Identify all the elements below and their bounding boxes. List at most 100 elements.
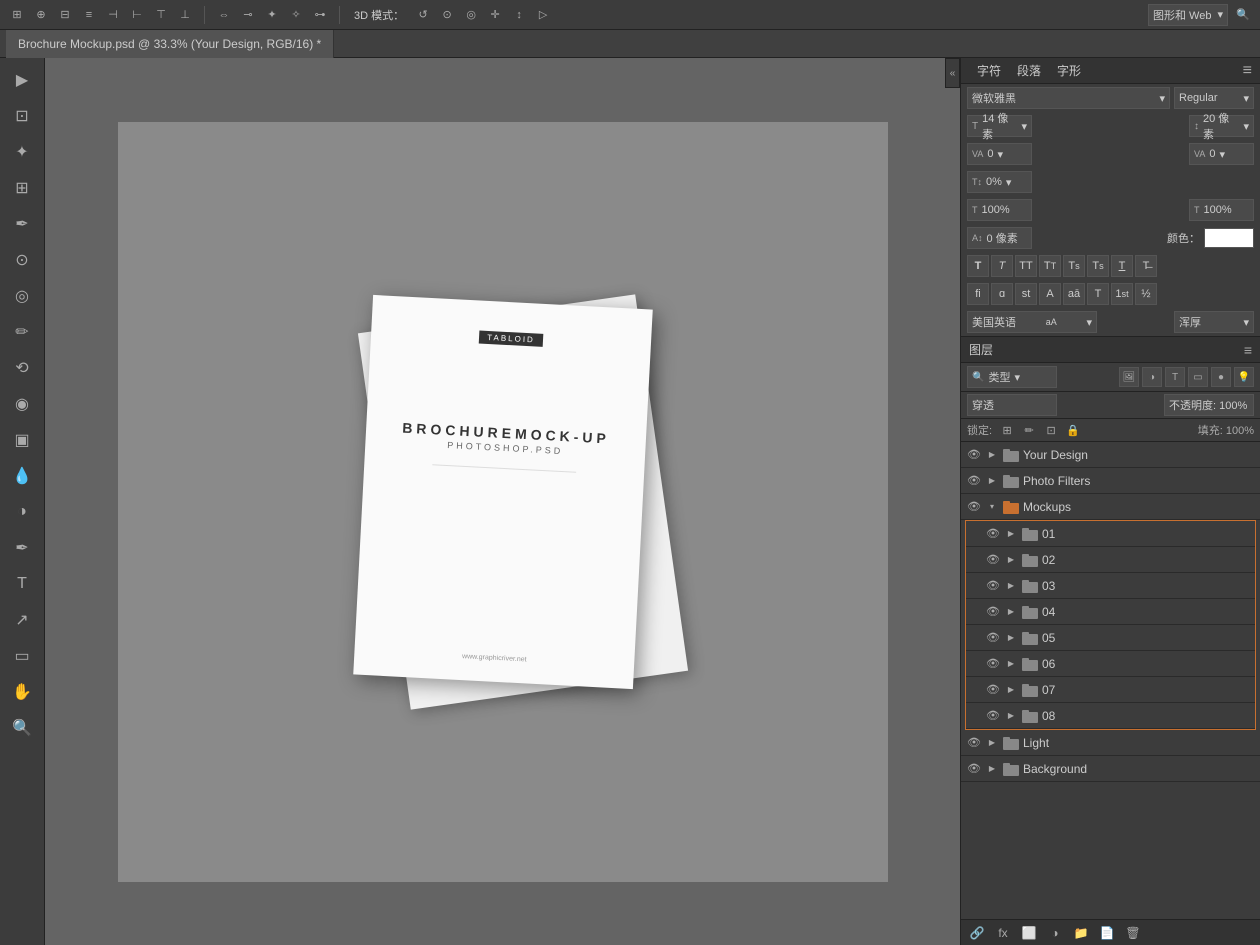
filter-type-icon[interactable]: T [1165, 367, 1185, 387]
tool-icon-4[interactable]: ≡ [80, 6, 98, 24]
layers-menu-button[interactable]: ≡ [1244, 342, 1252, 358]
layer-eye-mockups[interactable]: 👁 [965, 498, 983, 516]
bold-button[interactable]: T [967, 255, 989, 277]
tool-icon-2[interactable]: ⊕ [32, 6, 50, 24]
layer-expand-05[interactable] [1004, 631, 1018, 645]
new-layer-button[interactable]: 📄 [1097, 923, 1117, 943]
fraction-button[interactable]: ½ [1135, 283, 1157, 305]
italic-button[interactable]: T [991, 255, 1013, 277]
workspace-selector[interactable]: 图形和 Web [1148, 4, 1228, 26]
tool-icon-17[interactable]: ✛ [486, 6, 504, 24]
vert-scale2-input[interactable]: T 100% [1189, 199, 1254, 221]
filter-color-icon[interactable]: 💡 [1234, 367, 1254, 387]
filter-adjust-icon[interactable]: ◑ [1142, 367, 1162, 387]
filter-image-icon[interactable]: 🖼 [1119, 367, 1139, 387]
crop-tool[interactable]: ⊞ [6, 172, 38, 204]
layer-eye-02[interactable]: 👁 [984, 551, 1002, 569]
layer-expand-08[interactable] [1004, 709, 1018, 723]
tool-icon-18[interactable]: ↕ [510, 6, 528, 24]
font-family-select[interactable]: 微软雅黑 [967, 87, 1170, 109]
swash-button[interactable]: st [1015, 283, 1037, 305]
layer-mockups[interactable]: 👁 Mockups [961, 494, 1260, 520]
tool-icon-10[interactable]: ⊸ [239, 6, 257, 24]
tool-icon-7[interactable]: ⊤ [152, 6, 170, 24]
layer-expand-photo-filters[interactable] [985, 474, 999, 488]
layer-expand-03[interactable] [1004, 579, 1018, 593]
layer-filter-input[interactable]: 🔍 类型 [967, 366, 1057, 388]
layer-eye-photo-filters[interactable]: 👁 [965, 472, 983, 490]
tab-character[interactable]: 字符 [969, 58, 1009, 84]
layer-07[interactable]: 👁 07 [966, 677, 1255, 703]
layer-background[interactable]: 👁 Background [961, 756, 1260, 782]
alt-button[interactable]: A [1039, 283, 1061, 305]
layer-eye-04[interactable]: 👁 [984, 603, 1002, 621]
lock-all-icon[interactable]: 🔒 [1064, 421, 1082, 439]
underline-button[interactable]: T [1111, 255, 1133, 277]
layer-eye-07[interactable]: 👁 [984, 681, 1002, 699]
eyedropper-tool[interactable]: ✒ [6, 208, 38, 240]
layer-expand-02[interactable] [1004, 553, 1018, 567]
lock-position-icon[interactable]: ✏ [1020, 421, 1038, 439]
layer-08[interactable]: 👁 08 [966, 703, 1255, 729]
group-layers-button[interactable]: 📁 [1071, 923, 1091, 943]
document-tab[interactable]: Brochure Mockup.psd @ 33.3% (Your Design… [6, 30, 334, 58]
add-mask-button[interactable]: ⬜ [1019, 923, 1039, 943]
tool-icon-8[interactable]: ⊥ [176, 6, 194, 24]
blur-tool[interactable]: 💧 [6, 460, 38, 492]
layer-eye-06[interactable]: 👁 [984, 655, 1002, 673]
tool-icon-9[interactable]: ⇔ [215, 6, 233, 24]
layer-eye-08[interactable]: 👁 [984, 707, 1002, 725]
eraser-tool[interactable]: ◉ [6, 388, 38, 420]
opacity-input[interactable]: 不透明度: 100% [1164, 394, 1254, 416]
layer-photo-filters[interactable]: 👁 Photo Filters [961, 468, 1260, 494]
adjustment-layer-button[interactable]: ◑ [1045, 923, 1065, 943]
oldstyle-button[interactable]: ɑ [991, 283, 1013, 305]
tool-icon-19[interactable]: ▷ [534, 6, 552, 24]
tool-icon-5[interactable]: ⊣ [104, 6, 122, 24]
smallcaps-button[interactable]: TT [1039, 255, 1061, 277]
tool-icon-15[interactable]: ⊙ [438, 6, 456, 24]
panel-collapse-button[interactable]: « [945, 58, 960, 88]
brush-tool[interactable]: ◎ [6, 280, 38, 312]
sub-button[interactable]: Ts [1087, 255, 1109, 277]
horiz-scale-input[interactable]: T 100% [967, 199, 1032, 221]
layer-eye-your-design[interactable]: 👁 [965, 446, 983, 464]
super-button[interactable]: Ts [1063, 255, 1085, 277]
gradient-tool[interactable]: ▣ [6, 424, 38, 456]
filter-smart-icon[interactable]: ● [1211, 367, 1231, 387]
kerning-input[interactable]: VA 0 [967, 143, 1032, 165]
history-tool[interactable]: ⟲ [6, 352, 38, 384]
layer-eye-03[interactable]: 👁 [984, 577, 1002, 595]
tool-icon-13[interactable]: ⊶ [311, 6, 329, 24]
pen-tool[interactable]: ✒ [6, 532, 38, 564]
filter-shape-icon[interactable]: ▭ [1188, 367, 1208, 387]
tool-icon-3[interactable]: ⊟ [56, 6, 74, 24]
ligature-button[interactable]: fi [967, 283, 989, 305]
heal-tool[interactable]: ⊙ [6, 244, 38, 276]
tool-icon-12[interactable]: ✧ [287, 6, 305, 24]
clone-tool[interactable]: ✏ [6, 316, 38, 348]
font-style-select[interactable]: Regular [1174, 87, 1254, 109]
tool-icon-16[interactable]: ◎ [462, 6, 480, 24]
antialias-select[interactable]: 浑厚 [1174, 311, 1254, 333]
move-tool[interactable]: ▶ [6, 64, 38, 96]
tool-icon-6[interactable]: ⊢ [128, 6, 146, 24]
panel-more-button[interactable]: ≡ [1243, 62, 1252, 80]
lock-pixels-icon[interactable]: ⊞ [998, 421, 1016, 439]
strikethrough-button[interactable]: T̶ [1135, 255, 1157, 277]
ordinal-button[interactable]: 1st [1111, 283, 1133, 305]
layer-eye-05[interactable]: 👁 [984, 629, 1002, 647]
layer-04[interactable]: 👁 04 [966, 599, 1255, 625]
layer-expand-mockups[interactable] [985, 500, 999, 514]
hand-tool[interactable]: ✋ [6, 676, 38, 708]
font-size-input[interactable]: T 14 像素 [967, 115, 1032, 137]
search-icon[interactable]: 🔍 [1234, 6, 1252, 24]
zoom-tool[interactable]: 🔍 [6, 712, 38, 744]
tool-icon-14[interactable]: ↺ [414, 6, 432, 24]
tool-icon-1[interactable]: ⊞ [8, 6, 26, 24]
tab-paragraph[interactable]: 段落 [1009, 58, 1049, 84]
layer-02[interactable]: 👁 02 [966, 547, 1255, 573]
delete-layer-button[interactable]: 🗑 [1123, 923, 1143, 943]
dodge-tool[interactable]: ◑ [6, 496, 38, 528]
layer-05[interactable]: 👁 05 [966, 625, 1255, 651]
